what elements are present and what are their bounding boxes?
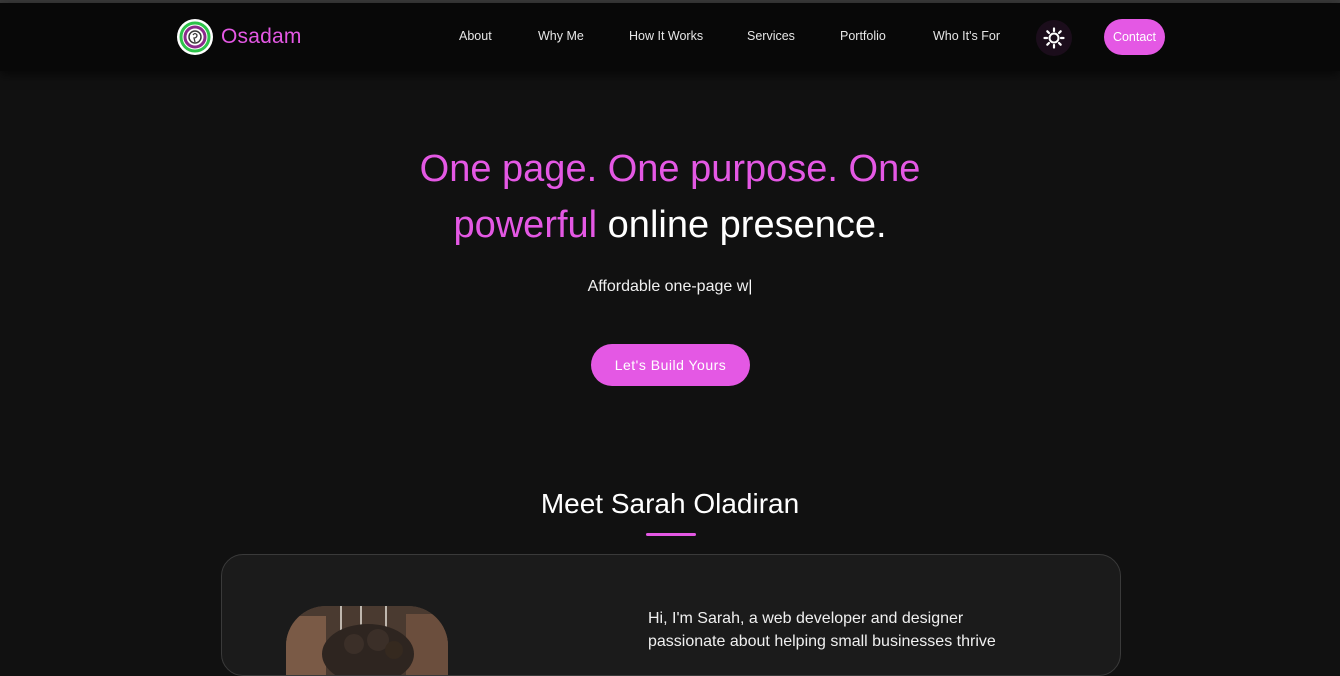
- about-intro-text: Hi, I'm Sarah, a web developer and desig…: [648, 610, 996, 650]
- theme-toggle-button[interactable]: [1036, 20, 1072, 56]
- nav-item-who-its-for[interactable]: Who It's For: [933, 29, 1000, 43]
- hero-typing-subtitle: Affordable one-page w|: [0, 278, 1340, 296]
- nav-item-how-it-works[interactable]: How It Works: [629, 29, 703, 43]
- contact-button[interactable]: Contact: [1104, 19, 1165, 55]
- lets-build-yours-button[interactable]: Let's Build Yours: [591, 344, 750, 386]
- hero-title: One page. One purpose. One powerful onli…: [370, 141, 970, 253]
- typing-text: Affordable one-page w: [587, 278, 749, 295]
- hero-title-emphasis: online presence.: [607, 204, 887, 246]
- profile-photo: [286, 606, 448, 675]
- sun-icon: [1043, 27, 1065, 49]
- about-section-title: Meet Sarah Oladiran: [540, 488, 800, 519]
- nav-item-about[interactable]: About: [459, 29, 492, 43]
- typing-cursor: |: [748, 278, 753, 295]
- about-card: Hi, I'm Sarah, a web developer and desig…: [221, 554, 1121, 676]
- nav-item-services[interactable]: Services: [747, 29, 795, 43]
- nav-item-portfolio[interactable]: Portfolio: [840, 29, 886, 43]
- main-nav: About Why Me How It Works Services Portf…: [0, 3, 1340, 71]
- section-title-underline: [646, 533, 696, 536]
- nav-item-why-me[interactable]: Why Me: [538, 29, 584, 43]
